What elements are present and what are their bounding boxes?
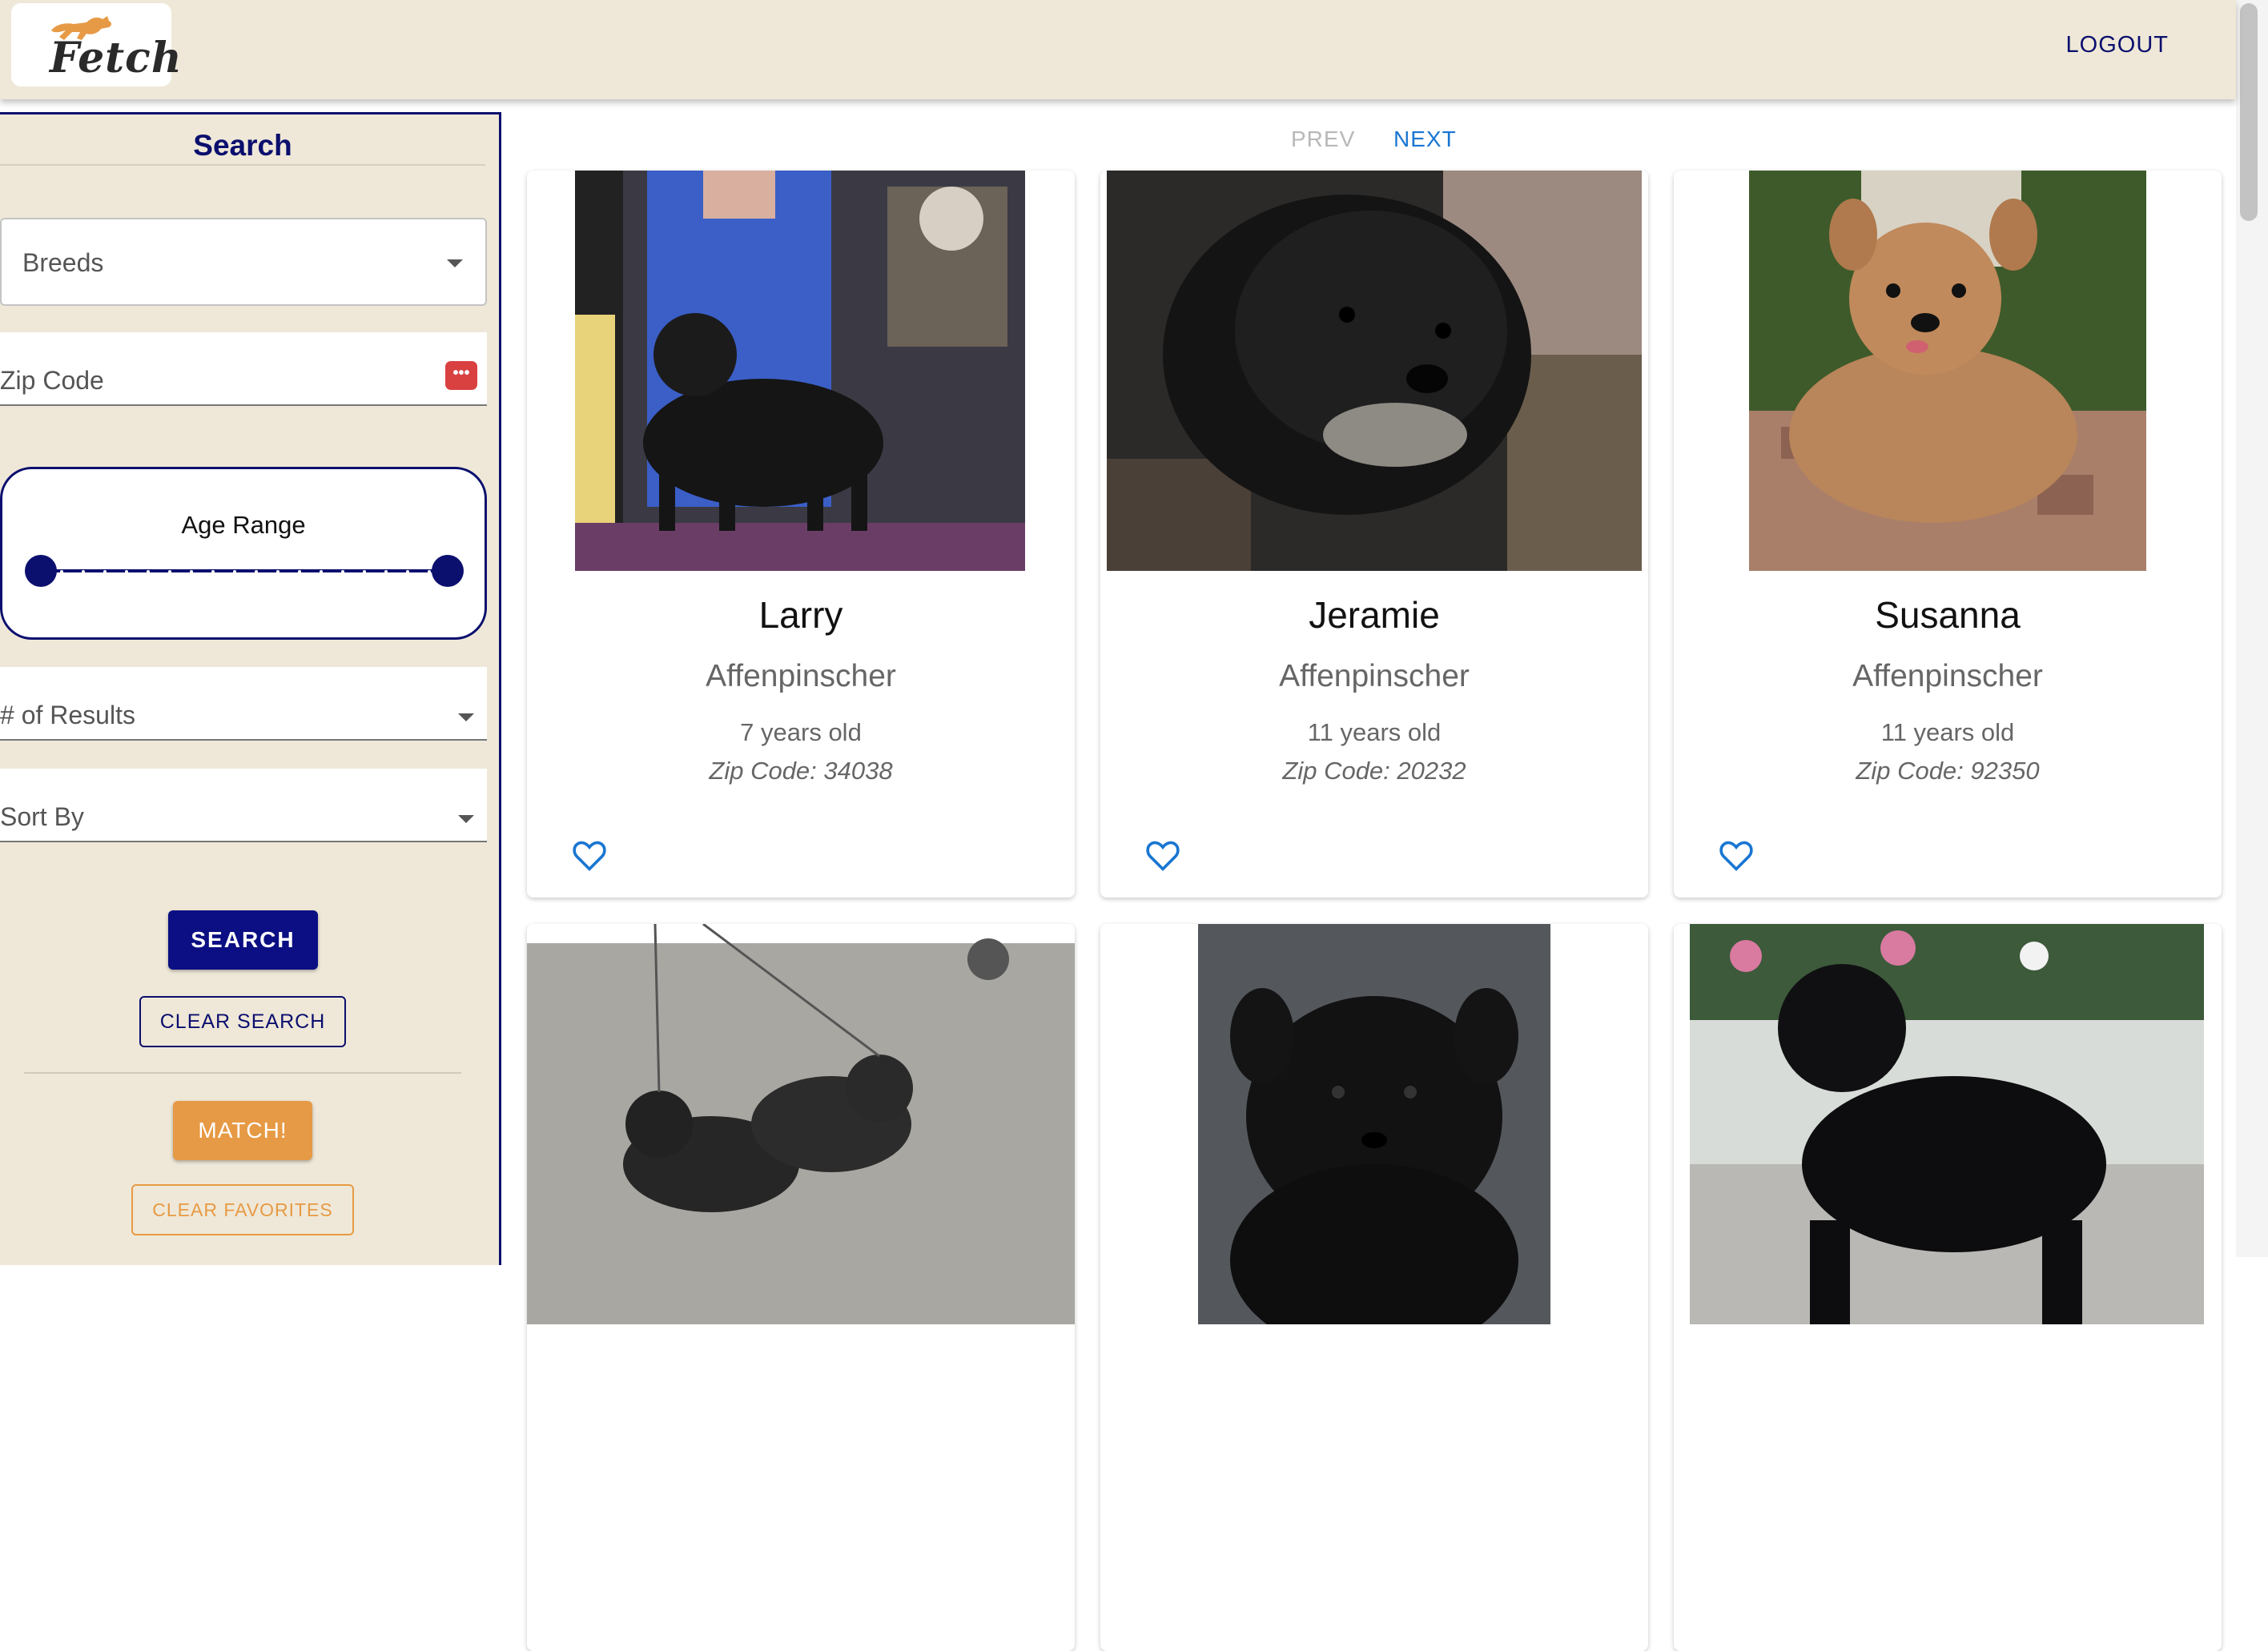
age-range-slider-tick <box>341 570 344 573</box>
age-range-slider-tick <box>363 570 366 573</box>
prev-page-button[interactable]: PREV <box>1291 127 1355 152</box>
age-range-slider-tick <box>428 570 431 573</box>
age-range-slider-tick <box>125 570 128 573</box>
dog-breed: Affenpinscher <box>1852 659 2043 693</box>
chevron-down-icon <box>458 713 474 721</box>
dog-age: 7 years old <box>740 718 862 746</box>
dog-name: Susanna <box>1875 594 2021 636</box>
dog-age: 11 years old <box>1307 718 1442 746</box>
dog-photo-graphic <box>1198 924 1550 1324</box>
age-range-slider-tick <box>384 570 388 573</box>
sidebar-divider <box>24 1072 461 1074</box>
age-range-slider-tick <box>320 570 323 573</box>
logo-text: Fetch <box>50 34 183 82</box>
app-header: Fetch LOGOUT <box>0 0 2236 99</box>
next-page-button[interactable]: NEXT <box>1393 127 1457 152</box>
age-range-min-thumb[interactable] <box>25 555 57 587</box>
dog-card <box>527 924 1075 1651</box>
dog-name: Jeramie <box>1309 594 1440 636</box>
age-range-slider-tick <box>276 570 279 573</box>
dog-photo <box>1749 171 2146 571</box>
results-count-label: # of Results <box>0 701 135 729</box>
age-range-slider-tick <box>60 570 63 573</box>
age-range-slider-tick <box>190 570 193 573</box>
clear-favorites-button[interactable]: CLEAR FAVORITES <box>131 1184 354 1235</box>
heart-outline-icon[interactable] <box>1145 840 1180 872</box>
fetch-logo[interactable]: Fetch <box>11 3 182 86</box>
results-count-select[interactable]: # of Results <box>0 667 487 741</box>
dog-photo <box>1690 924 2204 1324</box>
dog-breed: Affenpinscher <box>1279 659 1470 693</box>
dog-card <box>1100 924 1648 1651</box>
heart-outline-icon[interactable] <box>1719 840 1754 872</box>
age-range-slider-tick <box>406 570 409 573</box>
age-range-slider-tick <box>82 570 85 573</box>
sort-by-select[interactable]: Sort By <box>0 769 487 842</box>
age-range-slider-tick <box>211 570 215 573</box>
dog-photo <box>527 924 1075 1324</box>
dog-zip-code: Zip Code: 92350 <box>1856 757 2040 785</box>
dog-photo-graphic <box>1690 924 2204 1324</box>
dog-card: Larry Affenpinscher 7 years old Zip Code… <box>527 171 1075 898</box>
age-range-slider-tick <box>168 570 171 573</box>
dog-card: Susanna Affenpinscher 11 years old Zip C… <box>1674 171 2222 898</box>
dog-zip-code: Zip Code: 34038 <box>709 757 893 785</box>
dog-card <box>1674 924 2222 1651</box>
age-range-slider-tick <box>233 570 236 573</box>
dog-photo-graphic <box>527 924 1075 1324</box>
age-range-slider-tick <box>298 570 301 573</box>
search-button[interactable]: SEARCH <box>168 910 318 970</box>
dog-photo-graphic <box>1749 171 2146 571</box>
password-manager-icon[interactable]: ••• <box>445 361 477 390</box>
sidebar-title-divider <box>0 164 485 166</box>
dog-photo-graphic <box>575 171 1025 571</box>
breeds-select[interactable]: Breeds <box>0 218 487 306</box>
age-range-label: Age Range <box>181 511 306 539</box>
heart-outline-icon[interactable] <box>572 840 607 872</box>
dog-card: Jeramie Affenpinscher 11 years old Zip C… <box>1100 171 1648 898</box>
age-range-slider-tick <box>255 570 258 573</box>
breeds-select-label: Breeds <box>22 248 104 277</box>
dog-photo <box>1107 171 1642 571</box>
age-range-max-thumb[interactable] <box>432 555 464 587</box>
dog-name: Larry <box>758 594 843 636</box>
logout-button[interactable]: LOGOUT <box>2066 32 2169 58</box>
chevron-down-icon <box>458 815 474 823</box>
dog-breed: Affenpinscher <box>706 659 896 693</box>
sidebar-title: Search <box>193 129 292 162</box>
age-range-box: Age Range <box>0 467 487 640</box>
age-range-slider-tick <box>103 570 107 573</box>
dog-photo <box>1198 924 1550 1324</box>
dog-age: 11 years old <box>1880 718 2015 746</box>
zip-code-input[interactable]: Zip Code ••• <box>0 332 487 406</box>
match-button[interactable]: MATCH! <box>173 1101 312 1160</box>
chevron-down-icon <box>447 259 463 267</box>
sort-by-label: Sort By <box>0 802 84 831</box>
search-sidebar: Search Breeds Zip Code ••• Age Range # o… <box>0 112 501 1265</box>
page-scrollbar-thumb[interactable] <box>2240 3 2258 221</box>
age-range-slider-tick <box>147 570 150 573</box>
clear-search-button[interactable]: CLEAR SEARCH <box>139 996 346 1047</box>
dog-photo-graphic <box>1107 171 1642 571</box>
dog-photo <box>575 171 1025 571</box>
zip-code-label: Zip Code <box>0 366 104 395</box>
dog-zip-code: Zip Code: 20232 <box>1282 757 1466 785</box>
